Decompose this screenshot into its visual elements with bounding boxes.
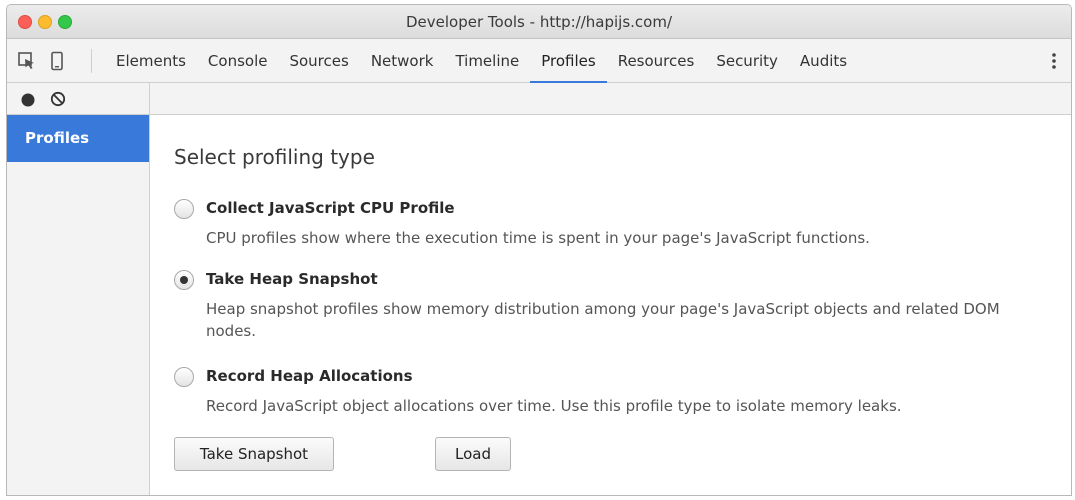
devtools-window: Developer Tools - http://hapijs.com/ Ele… <box>6 4 1072 496</box>
tab-profiles[interactable]: Profiles <box>530 39 607 83</box>
toolbar-divider <box>91 49 92 73</box>
tab-security[interactable]: Security <box>705 39 789 83</box>
main-toolbar-strip <box>150 83 1071 115</box>
tab-timeline[interactable]: Timeline <box>444 39 530 83</box>
tab-audits[interactable]: Audits <box>789 39 858 83</box>
record-icon[interactable] <box>21 92 35 107</box>
heap-allocations-description: Record JavaScript object allocations ove… <box>206 397 902 415</box>
cpu-profile-label[interactable]: Collect JavaScript CPU Profile <box>206 199 455 217</box>
tab-resources[interactable]: Resources <box>607 39 706 83</box>
sidebar-item-profiles[interactable]: Profiles <box>7 115 149 162</box>
heap-snapshot-description: Heap snapshot profiles show memory distr… <box>206 300 1000 340</box>
tab-console[interactable]: Console <box>197 39 279 83</box>
heap-snapshot-radio[interactable] <box>174 270 194 290</box>
cpu-profile-radio[interactable] <box>174 199 194 219</box>
clear-icon[interactable] <box>50 91 66 107</box>
tab-sources[interactable]: Sources <box>278 39 359 83</box>
profiles-sidebar: Profiles <box>7 83 150 495</box>
heap-allocations-radio[interactable] <box>174 367 194 387</box>
title-bar: Developer Tools - http://hapijs.com/ <box>7 5 1071 39</box>
profiling-panel: Select profiling type Collect JavaScript… <box>150 115 1071 495</box>
panel-tabs: Elements Console Sources Network Timelin… <box>105 39 858 83</box>
device-mode-icon[interactable] <box>48 51 66 71</box>
sidebar-toolbar <box>7 83 149 115</box>
heap-allocations-label[interactable]: Record Heap Allocations <box>206 367 413 385</box>
take-snapshot-button[interactable]: Take Snapshot <box>174 437 334 471</box>
heap-snapshot-label[interactable]: Take Heap Snapshot <box>206 270 378 288</box>
tab-network[interactable]: Network <box>360 39 445 83</box>
tab-elements[interactable]: Elements <box>105 39 197 83</box>
cpu-profile-description: CPU profiles show where the execution ti… <box>206 229 870 247</box>
more-options-icon[interactable] <box>1051 51 1057 71</box>
window-title: Developer Tools - http://hapijs.com/ <box>406 13 672 31</box>
inspect-element-icon[interactable] <box>18 51 36 71</box>
devtools-toolbar: Elements Console Sources Network Timelin… <box>7 39 1071 83</box>
load-button[interactable]: Load <box>435 437 511 471</box>
panel-heading: Select profiling type <box>174 145 375 169</box>
